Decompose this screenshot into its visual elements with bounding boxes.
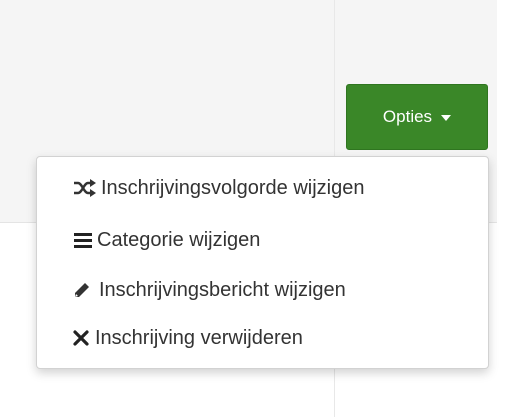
options-dropdown-button[interactable]: Opties [346, 84, 488, 150]
shuffle-icon [73, 178, 97, 198]
menu-item-change-order[interactable]: Inschrijvingsvolgorde wijzigen [73, 173, 364, 203]
menu-item-label: Categorie wijzigen [97, 228, 261, 251]
menu-item-label: Inschrijving verwijderen [95, 326, 303, 349]
options-button-label: Opties [382, 107, 433, 126]
caret-down-icon [441, 115, 452, 121]
list-icon [73, 231, 93, 249]
menu-item-change-category[interactable]: Categorie wijzigen [73, 225, 260, 255]
menu-item-change-message[interactable]: Inschrijvingsbericht wijzigen [73, 275, 346, 305]
menu-item-label: Inschrijvingsvolgorde wijzigen [101, 176, 365, 199]
menu-item-delete-registration[interactable]: Inschrijving verwijderen [73, 323, 303, 353]
options-dropdown-menu: Inschrijvingsvolgorde wijzigen Categorie… [36, 156, 489, 369]
pencil-icon [73, 281, 91, 299]
times-icon [73, 330, 89, 346]
right-edge [497, 0, 505, 417]
menu-item-label: Inschrijvingsbericht wijzigen [99, 278, 346, 301]
